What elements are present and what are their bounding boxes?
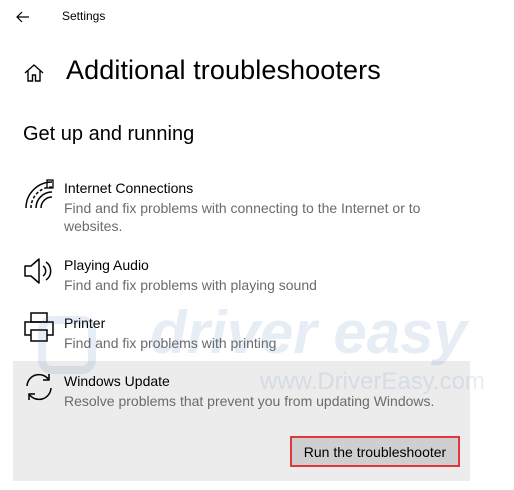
app-title: Settings [62,9,106,23]
troubleshooter-item-internet[interactable]: Internet Connections Find and fix proble… [0,179,514,235]
title-bar: Settings [0,0,514,34]
item-description: Find and fix problems with playing sound [64,277,317,293]
troubleshooter-item-printer[interactable]: Printer Find and fix problems with print… [0,312,514,355]
section-title: Get up and running [23,123,195,145]
item-name: Internet Connections [64,180,194,196]
run-troubleshooter-button[interactable]: Run the troubleshooter [290,436,460,467]
home-icon[interactable] [23,62,45,84]
printer-icon [24,312,54,342]
page-title: Additional troubleshooters [66,55,381,85]
item-description: Find and fix problems with connecting to… [64,200,421,234]
item-description: Resolve problems that prevent you from u… [64,393,435,409]
wifi-icon [25,179,54,209]
back-button[interactable] [10,6,36,28]
update-icon [26,373,52,401]
troubleshooter-item-audio[interactable]: Playing Audio Find and fix problems with… [0,257,514,297]
item-name: Windows Update [64,373,170,389]
troubleshooter-item-windows-update[interactable]: Windows Update Resolve problems that pre… [0,373,514,413]
speaker-icon [24,258,52,284]
item-description: Find and fix problems with printing [64,335,277,351]
arrow-left-icon [16,11,29,23]
item-name: Printer [64,315,106,331]
item-name: Playing Audio [64,257,149,273]
